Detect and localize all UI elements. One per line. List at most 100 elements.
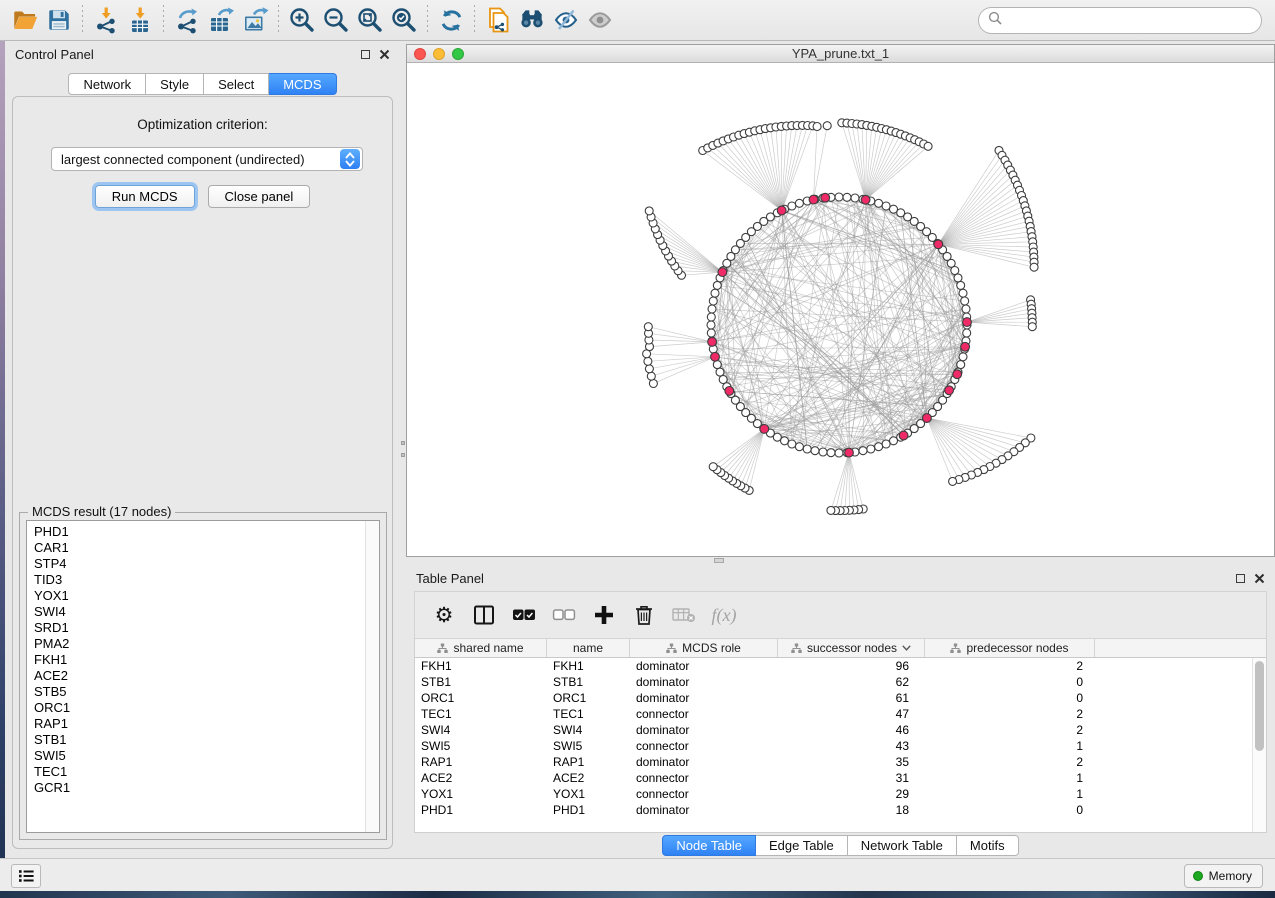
tab-motifs[interactable]: Motifs — [957, 835, 1019, 856]
graph-node[interactable] — [713, 281, 721, 289]
export-table-icon[interactable] — [204, 3, 238, 37]
refresh-view-icon[interactable] — [434, 3, 468, 37]
graph-node[interactable] — [835, 449, 843, 457]
show-columns-icon[interactable] — [471, 602, 497, 628]
graph-node[interactable] — [890, 437, 898, 445]
show-graphics-details-icon[interactable] — [583, 3, 617, 37]
graph-leaf-node[interactable] — [645, 365, 653, 373]
graph-node[interactable] — [708, 305, 716, 313]
graph-mcds-hub-node[interactable] — [708, 338, 717, 347]
graph-node[interactable] — [707, 321, 715, 329]
export-network-icon[interactable] — [170, 3, 204, 37]
graph-mcds-hub-node[interactable] — [845, 448, 854, 457]
graph-node[interactable] — [963, 329, 971, 337]
graph-node[interactable] — [811, 447, 819, 455]
graph-node[interactable] — [875, 199, 883, 207]
network-titlebar[interactable]: YPA_prune.txt_1 — [407, 45, 1274, 63]
graph-node[interactable] — [709, 297, 717, 305]
optimization-criterion-dropdown[interactable]: largest connected component (undirected) — [51, 147, 363, 171]
scrollbar-thumb[interactable] — [1255, 661, 1264, 751]
mcds-result-item[interactable]: TID3 — [34, 572, 379, 588]
zoom-in-icon[interactable] — [285, 3, 319, 37]
table-row[interactable]: PHD1PHD1dominator180 — [415, 802, 1266, 818]
graph-leaf-node[interactable] — [709, 463, 717, 471]
graph-leaf-node[interactable] — [644, 323, 652, 331]
graph-leaf-node[interactable] — [1030, 263, 1038, 271]
close-panel-icon[interactable] — [1254, 573, 1265, 584]
graph-leaf-node[interactable] — [924, 142, 932, 150]
graph-leaf-node[interactable] — [1028, 323, 1036, 331]
graph-node[interactable] — [719, 376, 727, 384]
graph-node[interactable] — [882, 202, 890, 210]
graph-mcds-hub-node[interactable] — [760, 425, 769, 434]
graph-leaf-node[interactable] — [813, 123, 821, 131]
table-row[interactable]: ORC1ORC1dominator610 — [415, 690, 1266, 706]
mcds-result-item[interactable]: STP4 — [34, 556, 379, 572]
graph-node[interactable] — [867, 445, 875, 453]
mcds-result-item[interactable]: SRD1 — [34, 620, 379, 636]
graph-mcds-hub-node[interactable] — [777, 206, 786, 215]
mcds-result-item[interactable]: CAR1 — [34, 540, 379, 556]
graph-mcds-hub-node[interactable] — [711, 352, 720, 361]
graph-node[interactable] — [882, 440, 890, 448]
graph-leaf-node[interactable] — [649, 380, 657, 388]
graph-node[interactable] — [795, 199, 803, 207]
graph-node[interactable] — [957, 281, 965, 289]
graph-node[interactable] — [962, 305, 970, 313]
column-header-successor-nodes[interactable]: successor nodes — [778, 639, 925, 657]
add-column-icon[interactable] — [591, 602, 617, 628]
graph-mcds-hub-node[interactable] — [963, 318, 972, 327]
graph-node[interactable] — [788, 202, 796, 210]
column-header-name[interactable]: name — [547, 639, 630, 657]
graph-mcds-hub-node[interactable] — [923, 414, 932, 423]
graph-node[interactable] — [803, 445, 811, 453]
run-mcds-button[interactable]: Run MCDS — [95, 185, 195, 208]
tab-edge-table[interactable]: Edge Table — [756, 835, 848, 856]
graph-node[interactable] — [827, 449, 835, 457]
table-row[interactable]: TEC1TEC1connector472 — [415, 706, 1266, 722]
save-session-icon[interactable] — [42, 3, 76, 37]
graph-leaf-node[interactable] — [823, 122, 831, 130]
tab-network[interactable]: Network — [68, 73, 146, 95]
delete-column-icon[interactable] — [631, 602, 657, 628]
select-all-icon[interactable] — [511, 602, 537, 628]
table-scrollbar[interactable] — [1252, 658, 1266, 832]
table-row[interactable]: RAP1RAP1dominator352 — [415, 754, 1266, 770]
table-row[interactable]: STB1STB1dominator620 — [415, 674, 1266, 690]
graph-mcds-hub-node[interactable] — [821, 193, 830, 202]
graph-node[interactable] — [959, 353, 967, 361]
graph-mcds-hub-node[interactable] — [809, 195, 818, 204]
import-table-icon[interactable] — [123, 3, 157, 37]
graph-node[interactable] — [795, 443, 803, 451]
table-row[interactable]: FKH1FKH1dominator962 — [415, 658, 1266, 674]
tab-select[interactable]: Select — [204, 73, 269, 95]
close-panel-button[interactable]: Close panel — [208, 185, 311, 208]
table-row[interactable]: ACE2ACE2connector311 — [415, 770, 1266, 786]
mcds-result-item[interactable]: PMA2 — [34, 636, 379, 652]
tab-mcds[interactable]: MCDS — [269, 73, 336, 95]
graph-mcds-hub-node[interactable] — [953, 370, 962, 379]
graph-node[interactable] — [716, 368, 724, 376]
graph-node[interactable] — [875, 443, 883, 451]
zoom-fit-icon[interactable] — [353, 3, 387, 37]
mcds-result-item[interactable]: YOX1 — [34, 588, 379, 604]
deselect-all-icon[interactable] — [551, 602, 577, 628]
graph-node[interactable] — [835, 193, 843, 201]
column-header-predecessor-nodes[interactable]: predecessor nodes — [925, 639, 1095, 657]
graph-mcds-hub-node[interactable] — [861, 195, 870, 204]
graph-node[interactable] — [957, 361, 965, 369]
mcds-result-item[interactable]: GCR1 — [34, 780, 379, 796]
graph-leaf-node[interactable] — [827, 506, 835, 514]
graph-node[interactable] — [859, 447, 867, 455]
memory-button[interactable]: Memory — [1184, 864, 1263, 888]
graph-leaf-node[interactable] — [645, 207, 653, 215]
graph-mcds-hub-node[interactable] — [725, 387, 734, 396]
mcds-result-item[interactable]: STB5 — [34, 684, 379, 700]
table-settings-gear-icon[interactable]: ⚙ — [431, 602, 457, 628]
graph-mcds-hub-node[interactable] — [934, 240, 943, 249]
graph-mcds-hub-node[interactable] — [899, 431, 908, 440]
mcds-result-item[interactable]: RAP1 — [34, 716, 379, 732]
table-row[interactable]: YOX1YOX1connector291 — [415, 786, 1266, 802]
graph-node[interactable] — [711, 289, 719, 297]
tab-node-table[interactable]: Node Table — [662, 835, 756, 856]
